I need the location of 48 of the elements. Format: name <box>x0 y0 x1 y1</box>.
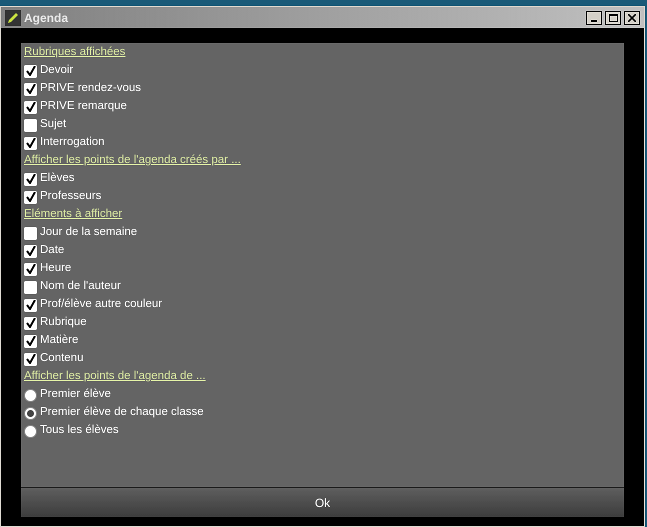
checkbox-option[interactable]: Nom de l'auteur <box>24 278 121 296</box>
checkbox[interactable] <box>24 190 37 204</box>
checkbox-option[interactable]: Devoir <box>24 62 74 80</box>
checkbox-option[interactable]: Elèves <box>24 170 75 188</box>
radio-option[interactable]: Tous les élèves <box>24 422 119 440</box>
checkbox-option[interactable]: Professeurs <box>24 188 102 206</box>
checkbox-option[interactable]: Date <box>24 242 64 260</box>
close-button[interactable] <box>624 10 640 24</box>
checkbox[interactable] <box>24 226 37 240</box>
checkbox-option[interactable]: PRIVE remarque <box>24 98 127 116</box>
window-title: Agenda <box>24 10 70 26</box>
checkbox[interactable] <box>24 316 37 330</box>
checkbox[interactable] <box>24 244 37 258</box>
checkbox-option[interactable]: Jour de la semaine <box>24 224 138 242</box>
checkbox-option[interactable]: Prof/élève autre couleur <box>24 296 162 314</box>
checkbox[interactable] <box>24 280 37 294</box>
minimize-button[interactable] <box>586 10 602 24</box>
checkbox[interactable] <box>24 298 37 312</box>
checkbox[interactable] <box>24 334 37 348</box>
checkbox-option[interactable]: PRIVE rendez-vous <box>24 80 141 98</box>
checkbox[interactable] <box>24 100 37 114</box>
radio-option[interactable]: Premier élève de chaque classe <box>24 404 204 422</box>
radio-button[interactable] <box>24 406 37 420</box>
radio-button[interactable] <box>24 388 37 402</box>
checkbox[interactable] <box>24 64 37 78</box>
checkbox-option[interactable]: Sujet <box>24 116 66 134</box>
checkbox[interactable] <box>24 172 37 186</box>
checkbox[interactable] <box>24 352 37 366</box>
section-heading: Eléments à afficher <box>24 207 122 222</box>
ok-button[interactable]: Ok <box>21 487 624 517</box>
radio-button[interactable] <box>24 424 37 438</box>
checkbox-option[interactable]: Heure <box>24 260 72 278</box>
section-heading: Rubriques affichées <box>24 45 126 60</box>
checkbox[interactable] <box>24 118 37 132</box>
checkbox[interactable] <box>24 262 37 276</box>
pencil-icon <box>5 10 21 26</box>
checkbox-option[interactable]: Rubrique <box>24 314 87 332</box>
checkmark-icon <box>26 138 36 148</box>
checkbox[interactable] <box>24 136 37 150</box>
checkbox-option[interactable]: Interrogation <box>24 134 105 152</box>
checkbox-option[interactable]: Matière <box>24 332 78 350</box>
section-heading: Afficher les points de l'agenda créés par ... <box>24 153 241 168</box>
radio-option[interactable]: Premier élève <box>24 386 111 404</box>
checkbox[interactable] <box>24 82 37 96</box>
maximize-button[interactable] <box>605 10 621 24</box>
checkbox-option[interactable]: Contenu <box>24 350 84 368</box>
close-icon <box>628 14 636 22</box>
section-heading: Afficher les points de l'agenda de ... <box>24 369 206 384</box>
